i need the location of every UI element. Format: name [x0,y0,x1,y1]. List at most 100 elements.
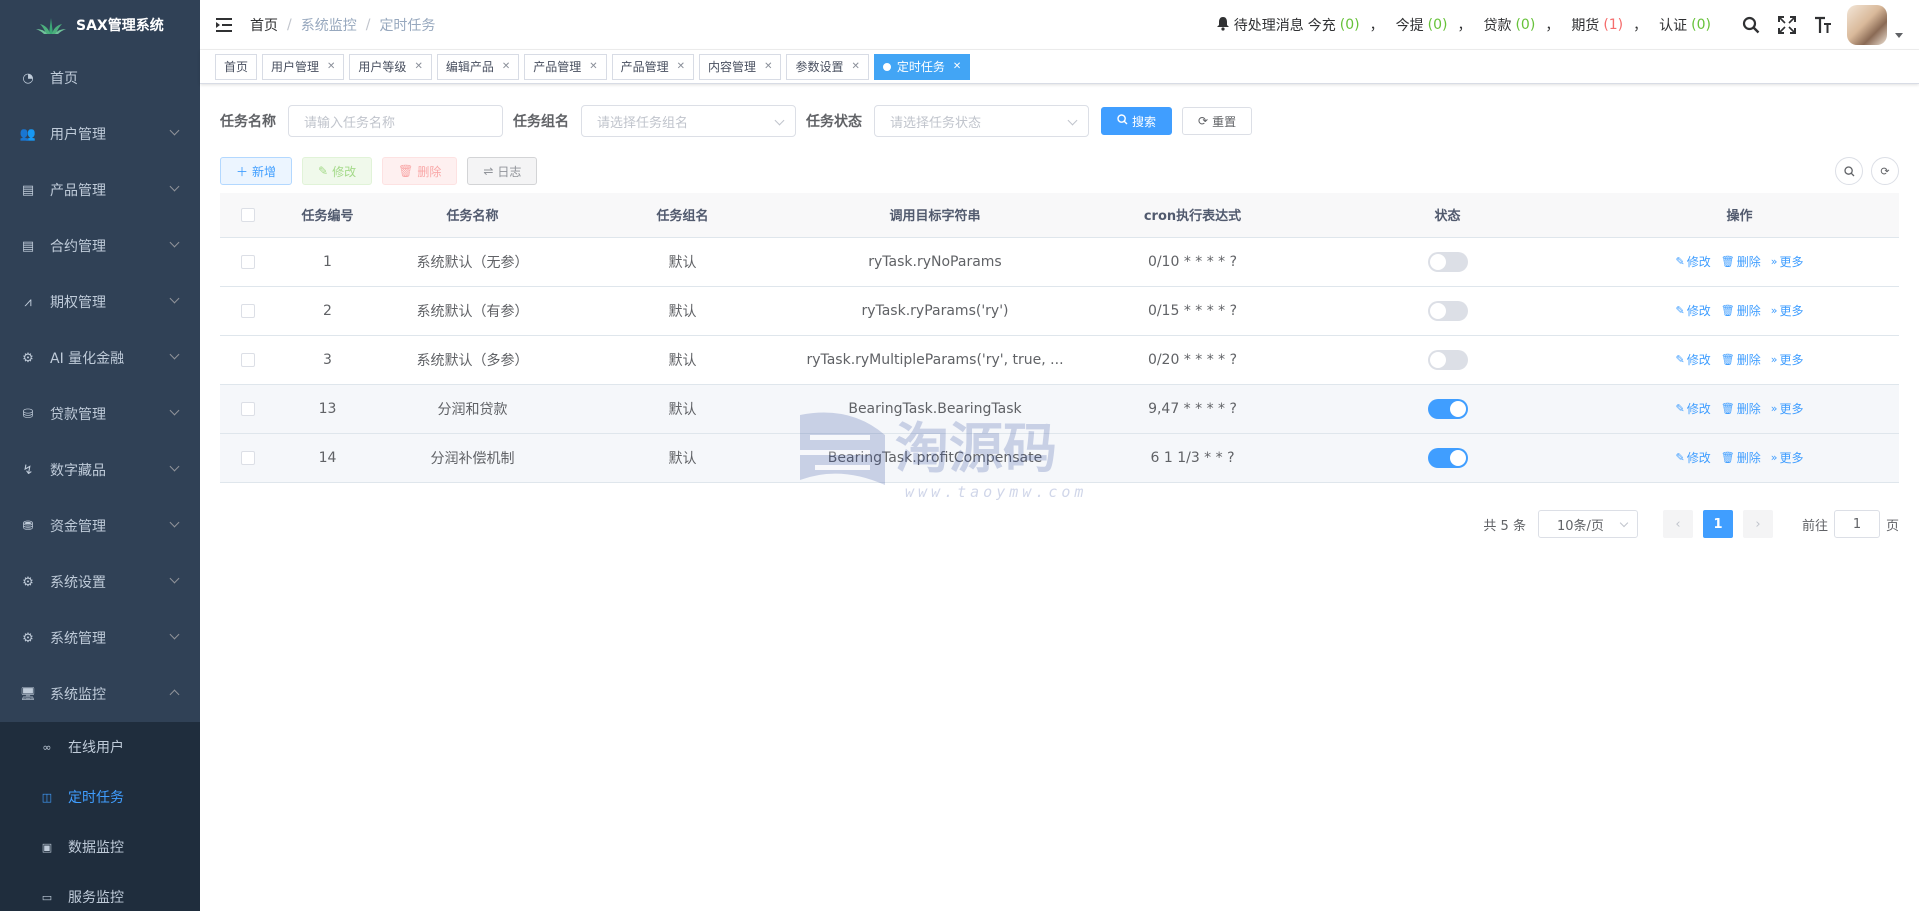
toggle-search-button[interactable] [1835,157,1863,185]
row-delete-button[interactable]: 🗑 删除 [1721,302,1761,319]
table-row[interactable]: 1 系统默认（无参） 默认 ryTask.ryNoParams 0/10 * * * *… [220,237,1899,287]
table-row[interactable]: 2 系统默认（有参） 默认 ryTask.ryParams('ry') 0/15 * *… [220,286,1899,336]
row-checkbox[interactable] [240,352,255,367]
row-delete-button[interactable]: 🗑 删除 [1721,400,1761,417]
row-more-button[interactable]: » 更多 [1771,351,1804,368]
table-row[interactable]: 3 系统默认（多参） 默认 ryTask.ryMultipleParams('ry',… [220,335,1899,385]
row-edit-button[interactable]: ✎ 修改 [1676,351,1711,368]
sidebar-item-8[interactable]: ⛃ 资金管理 [0,498,200,554]
job-id-cell: 1 [275,237,380,287]
tag-1[interactable]: 用户管理 ✕ [262,53,345,80]
caret-down-icon[interactable] [1895,32,1903,38]
submenu-item-1[interactable]: ◫ 定时任务 [0,772,200,822]
status-switch[interactable] [1427,447,1468,468]
sidebar-item-2[interactable]: ▤ 产品管理 [0,162,200,218]
prev-page-button[interactable]: ‹ [1662,510,1693,538]
tag-label: 定时任务 [896,60,945,74]
row-checkbox[interactable] [240,450,255,465]
next-page-button[interactable]: › [1742,510,1773,538]
page-number-button[interactable]: 1 [1702,510,1733,538]
job-group-select[interactable]: 请选择任务组名 [581,105,796,137]
sidebar-item-9[interactable]: ⚙ 系统设置 [0,554,200,610]
row-delete-button[interactable]: 🗑 删除 [1721,253,1761,270]
sidebar-item-3[interactable]: ▤ 合约管理 [0,218,200,274]
tag-7[interactable]: 参数设置 ✕ [786,53,869,80]
log-button[interactable]: ⇌ 日志 [467,157,538,185]
status-select[interactable]: 请选择任务状态 [874,105,1089,137]
close-icon[interactable]: ✕ [851,61,859,72]
close-icon[interactable]: ✕ [502,61,510,72]
reset-button[interactable]: ⟳ 重置 [1182,107,1253,135]
close-icon[interactable]: ✕ [414,61,422,72]
header-search-button[interactable] [1733,0,1769,50]
close-icon[interactable]: ✕ [677,61,685,72]
refresh-button[interactable]: ⟳ [1871,157,1899,185]
fullscreen-button[interactable] [1769,0,1805,50]
hamburger-button[interactable] [200,0,250,50]
job-name-cell: 系统默认（有参） [380,286,565,336]
row-edit-button[interactable]: ✎ 修改 [1676,302,1711,319]
page-size-select[interactable]: 10条/页 [1537,510,1638,538]
sidebar-item-6[interactable]: ⛁ 贷款管理 [0,386,200,442]
sidebar-item-7[interactable]: ↯ 数字藏品 [0,442,200,498]
sidebar-item-4[interactable]: ⩘ 期权管理 [0,274,200,330]
tag-6[interactable]: 内容管理 ✕ [699,53,782,80]
double-arrow-right-icon: » [1770,353,1778,366]
close-icon[interactable]: ✕ [764,61,772,72]
search-button[interactable]: 搜索 [1101,107,1173,135]
logo[interactable]: SAX管理系统 [0,0,200,50]
tag-0[interactable]: 首页 [215,53,258,80]
row-edit-button[interactable]: ✎ 修改 [1676,400,1711,417]
sidebar-item-1[interactable]: 👥 用户管理 [0,106,200,162]
submenu-item-2[interactable]: ▣ 数据监控 [0,822,200,872]
row-checkbox[interactable] [240,254,255,269]
row-more-button[interactable]: » 更多 [1771,400,1804,417]
sidebar-item-11[interactable]: 🖥 系统监控 [0,666,200,722]
ai-icon: ⚙ [22,350,34,366]
row-checkbox[interactable] [240,401,255,416]
edit-icon: ✎ [1675,353,1685,366]
status-switch[interactable] [1427,398,1468,419]
sidebar-item-0[interactable]: ◔ 首页 [0,50,200,106]
close-icon[interactable]: ✕ [327,61,335,72]
bell-icon [1216,16,1230,35]
tag-2[interactable]: 用户等级 ✕ [349,53,432,80]
row-delete-label: 删除 [1736,255,1761,269]
row-delete-button[interactable]: 🗑 删除 [1721,449,1761,466]
row-delete-button[interactable]: 🗑 删除 [1721,351,1761,368]
tag-4[interactable]: 产品管理 ✕ [524,53,607,80]
row-more-button[interactable]: » 更多 [1771,302,1804,319]
row-more-button[interactable]: » 更多 [1771,449,1804,466]
add-button[interactable]: ＋ 新增 [220,157,293,185]
close-icon[interactable]: ✕ [953,61,961,72]
status-switch[interactable] [1427,349,1468,370]
row-edit-button[interactable]: ✎ 修改 [1676,253,1711,270]
delete-button[interactable]: 🗑 删除 [382,157,458,185]
close-icon[interactable]: ✕ [589,61,597,72]
edit-button[interactable]: ✎ 修改 [302,157,373,185]
row-edit-label: 修改 [1686,255,1711,269]
row-more-button[interactable]: » 更多 [1771,253,1804,270]
sidebar-item-5[interactable]: ⚙ AI 量化金融 [0,330,200,386]
pending-notice[interactable]: 待处理消息 今充 (0)，今提 (0)，贷款 (0)，期货 (1)，认证 (0) [1216,15,1715,35]
goto-page-input[interactable]: 1 [1833,510,1880,538]
status-switch[interactable] [1427,251,1468,272]
avatar[interactable] [1847,5,1887,45]
submenu-item-0[interactable]: ∞ 在线用户 [0,722,200,772]
sidebar-item-label: 用户管理 [50,127,106,143]
size-select-button[interactable] [1805,0,1841,50]
actions-cell: ✎ 修改 🗑 删除 » 更多 [1580,335,1899,385]
select-all-checkbox[interactable] [240,207,255,222]
row-edit-button[interactable]: ✎ 修改 [1676,449,1711,466]
tag-3[interactable]: 编辑产品 ✕ [436,53,520,80]
submenu-item-label: 服务监控 [68,890,124,906]
job-name-input[interactable]: 请输入任务名称 [288,105,503,137]
status-switch[interactable] [1427,300,1468,321]
sidebar-item-10[interactable]: ⚙ 系统管理 [0,610,200,666]
goto-suffix: 页 [1885,518,1899,534]
breadcrumb-home[interactable]: 首页 [250,15,278,35]
row-checkbox[interactable] [240,303,255,318]
tag-5[interactable]: 产品管理 ✕ [611,53,695,80]
submenu-item-3[interactable]: ▭ 服务监控 [0,872,200,911]
tag-8[interactable]: 定时任务 ✕ [873,53,971,80]
